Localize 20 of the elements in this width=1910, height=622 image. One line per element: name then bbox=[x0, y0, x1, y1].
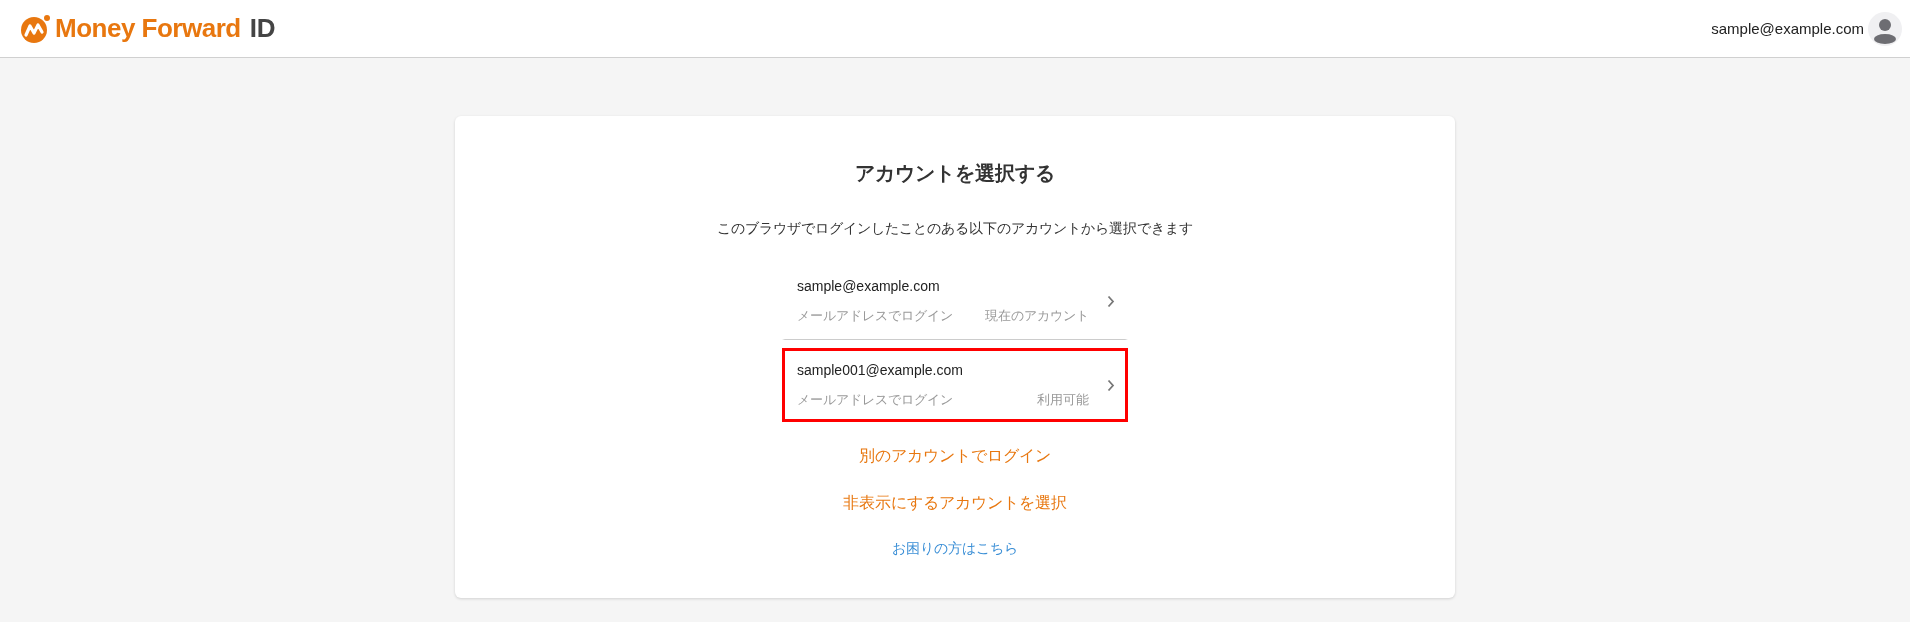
action-link[interactable]: 別のアカウントでログイン bbox=[859, 446, 1051, 467]
page-title: アカウントを選択する bbox=[855, 161, 1055, 186]
account-item[interactable]: sample@example.com メールアドレスでログイン 現在のアカウント bbox=[782, 264, 1128, 340]
user-email: sample@example.com bbox=[1711, 20, 1864, 37]
login-method: メールアドレスでログイン bbox=[797, 308, 953, 325]
action-link[interactable]: 非表示にするアカウントを選択 bbox=[843, 493, 1067, 514]
logo-icon bbox=[20, 13, 50, 44]
login-method: メールアドレスでログイン bbox=[797, 392, 953, 409]
help-link[interactable]: お困りの方はこちら bbox=[892, 540, 1018, 558]
account-email: sample001@example.com bbox=[797, 362, 963, 378]
chevron-right-icon bbox=[1107, 378, 1115, 392]
logo-text: Money Forward bbox=[55, 13, 241, 44]
chevron-right-icon bbox=[1107, 294, 1115, 308]
account-email: sample@example.com bbox=[797, 278, 940, 294]
description-text: このブラウザでログインしたことのある以下のアカウントから選択できます bbox=[717, 220, 1193, 238]
account-status: 現在のアカウント bbox=[985, 308, 1089, 325]
avatar-icon[interactable] bbox=[1868, 11, 1902, 46]
logo-suffix: ID bbox=[249, 13, 276, 44]
account-status: 利用可能 bbox=[1037, 392, 1089, 409]
account-item[interactable]: sample001@example.com メールアドレスでログイン 利用可能 bbox=[782, 348, 1128, 422]
